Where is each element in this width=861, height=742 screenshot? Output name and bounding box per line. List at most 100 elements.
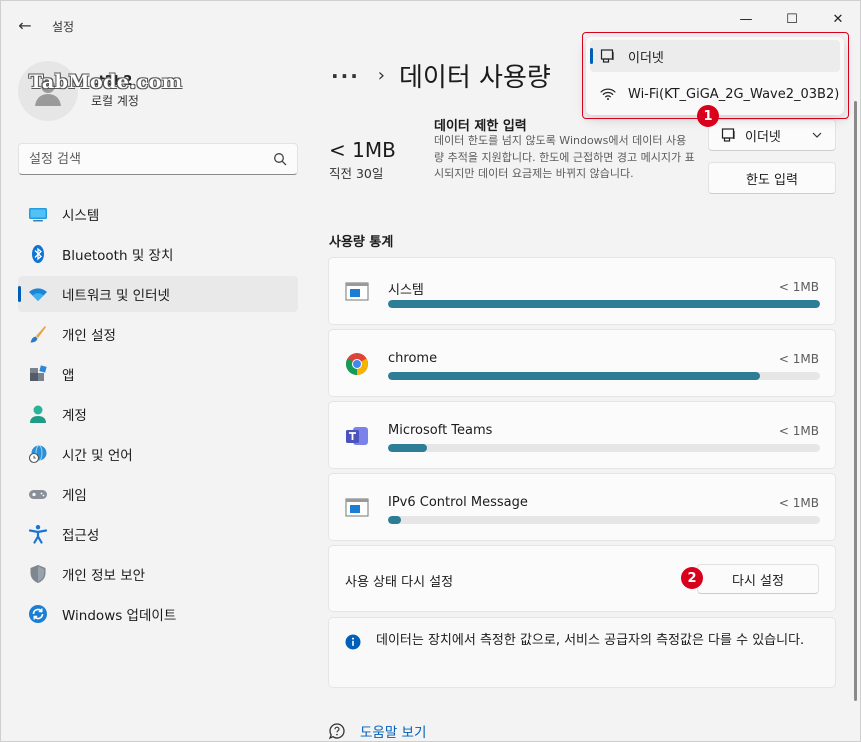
app-usage-amount: < 1MB	[778, 496, 819, 510]
shield-icon	[28, 564, 48, 584]
sidebar-item-label: 개인 설정	[62, 328, 116, 344]
sidebar-item-apps[interactable]: 앱	[18, 356, 298, 392]
gamepad-icon	[28, 484, 48, 504]
limit-title: 데이터 제한 입력	[434, 119, 527, 134]
sidebar-item-time-language[interactable]: 시간 및 언어	[18, 436, 298, 472]
app-name: Microsoft Teams	[388, 423, 493, 438]
ethernet-icon	[721, 128, 735, 142]
search-input[interactable]	[29, 150, 269, 168]
info-icon	[345, 634, 361, 650]
sidebar-item-label: 계정	[62, 408, 87, 424]
usage-bar	[388, 300, 820, 308]
chevron-down-icon	[812, 132, 822, 138]
maximize-button[interactable]: ☐	[774, 9, 810, 29]
sidebar-item-label: 시간 및 언어	[62, 448, 133, 464]
limit-description: 데이터 한도를 넘지 않도록 Windows에서 데이터 사용량 추적을 지원합…	[434, 134, 695, 180]
sidebar-item-bluetooth[interactable]: Bluetooth 및 장치	[18, 236, 298, 272]
globe-clock-icon	[28, 444, 48, 464]
sidebar-item-privacy[interactable]: 개인 정보 보안	[18, 556, 298, 592]
back-arrow-icon: ←	[18, 15, 32, 35]
app-title: 설정	[52, 20, 75, 34]
info-text: 데이터는 장치에서 측정한 값으로, 서비스 공급자의 측정값은 다를 수 있습…	[376, 633, 805, 648]
page-title: 데이터 사용량	[399, 63, 551, 93]
sidebar-item-label: 네트워크 및 인터넷	[62, 288, 170, 304]
enter-limit-button[interactable]: 한도 입력	[708, 162, 836, 194]
sidebar-item-label: 접근성	[62, 528, 100, 544]
sidebar-item-label: 시스템	[62, 208, 100, 224]
breadcrumb: ··· › 데이터 사용량	[331, 57, 551, 94]
reset-button[interactable]: 다시 설정	[697, 564, 819, 594]
reset-usage-label: 사용 상태 다시 설정	[345, 575, 454, 590]
close-icon: ✕	[832, 11, 844, 27]
network-dropdown-value: 이더넷	[745, 129, 781, 145]
usage-bar	[388, 372, 820, 380]
usage-total: < 1MB	[329, 138, 396, 162]
sidebar-item-system[interactable]: 시스템	[18, 196, 298, 232]
usage-bar-fill	[388, 300, 820, 308]
usage-bar	[388, 516, 820, 524]
brush-icon	[28, 324, 48, 344]
minimize-button[interactable]: —	[728, 9, 764, 29]
wifi-icon	[28, 284, 48, 304]
sidebar-item-gaming[interactable]: 게임	[18, 476, 298, 512]
close-button[interactable]: ✕	[820, 9, 856, 29]
reset-usage-card: 사용 상태 다시 설정 다시 설정	[328, 545, 836, 612]
breadcrumb-more-button[interactable]: ···	[331, 64, 360, 88]
sidebar-item-network[interactable]: 네트워크 및 인터넷	[18, 276, 298, 312]
app-usage-amount: < 1MB	[778, 352, 819, 366]
annotation-badge-2: 2	[681, 567, 703, 589]
usage-period: 직전 30일	[329, 166, 384, 181]
help-icon	[328, 723, 345, 740]
app-usage-amount: < 1MB	[778, 280, 819, 294]
app-name: 시스템	[388, 283, 424, 298]
watermark-logo: TabMode.com	[29, 71, 183, 93]
bluetooth-icon	[28, 244, 48, 264]
sidebar-item-label: 앱	[62, 368, 75, 384]
sidebar-item-windows-update[interactable]: Windows 업데이트	[18, 596, 298, 632]
minimize-icon: —	[739, 11, 753, 27]
scrollbar[interactable]	[854, 101, 857, 701]
usage-bar-fill	[388, 372, 760, 380]
sidebar-item-label: Windows 업데이트	[62, 608, 177, 624]
info-card: 데이터는 장치에서 측정한 값으로, 서비스 공급자의 측정값은 다를 수 있습…	[328, 617, 836, 688]
apps-icon	[28, 364, 48, 384]
accessibility-icon	[28, 524, 48, 544]
account-type: 로컬 계정	[91, 94, 139, 108]
account-icon	[28, 404, 48, 424]
usage-bar	[388, 444, 820, 452]
help-link-row[interactable]: 도움말 보기	[328, 721, 426, 741]
sidebar-item-personalization[interactable]: 개인 설정	[18, 316, 298, 352]
search-icon[interactable]	[273, 152, 287, 166]
sidebar-item-accessibility[interactable]: 접근성	[18, 516, 298, 552]
sidebar-item-accounts[interactable]: 계정	[18, 396, 298, 432]
usage-stats-title: 사용량 통계	[329, 235, 394, 250]
update-icon	[28, 604, 48, 624]
annotation-highlight-box	[582, 32, 849, 119]
system-window-icon	[345, 282, 369, 301]
usage-bar-fill	[388, 444, 427, 452]
sidebar-nav: 시스템 Bluetooth 및 장치 네트워크 및 인터넷 개인 설정 앱 계정…	[18, 196, 298, 636]
sidebar-item-label: 개인 정보 보안	[62, 568, 146, 584]
teams-icon	[346, 427, 368, 445]
network-dropdown[interactable]: 이더넷	[708, 119, 836, 151]
help-link[interactable]: 도움말 보기	[360, 721, 426, 741]
app-name: chrome	[388, 351, 438, 366]
annotation-badge-1: 1	[697, 105, 719, 127]
app-usage-card-chrome: chrome < 1MB	[328, 329, 836, 397]
chevron-right-icon: ›	[377, 65, 385, 86]
chrome-icon	[346, 353, 368, 375]
system-icon	[28, 204, 48, 224]
maximize-icon: ☐	[786, 11, 798, 27]
app-name: IPv6 Control Message	[388, 495, 528, 510]
search-box[interactable]	[18, 143, 298, 175]
back-button[interactable]: ←	[11, 13, 39, 37]
app-usage-amount: < 1MB	[778, 424, 819, 438]
app-usage-card-system: 시스템 < 1MB	[328, 257, 836, 325]
sidebar-item-label: Bluetooth 및 장치	[62, 248, 174, 264]
sidebar-item-label: 게임	[62, 488, 87, 504]
system-window-icon	[345, 498, 369, 517]
settings-window: ← 설정 — ☐ ✕ ct2b2 로컬 계정 TabMode.com 시스템 B…	[0, 0, 861, 742]
app-usage-card-teams: Microsoft Teams < 1MB	[328, 401, 836, 469]
usage-bar-fill	[388, 516, 401, 524]
app-usage-card-ipv6: IPv6 Control Message < 1MB	[328, 473, 836, 541]
